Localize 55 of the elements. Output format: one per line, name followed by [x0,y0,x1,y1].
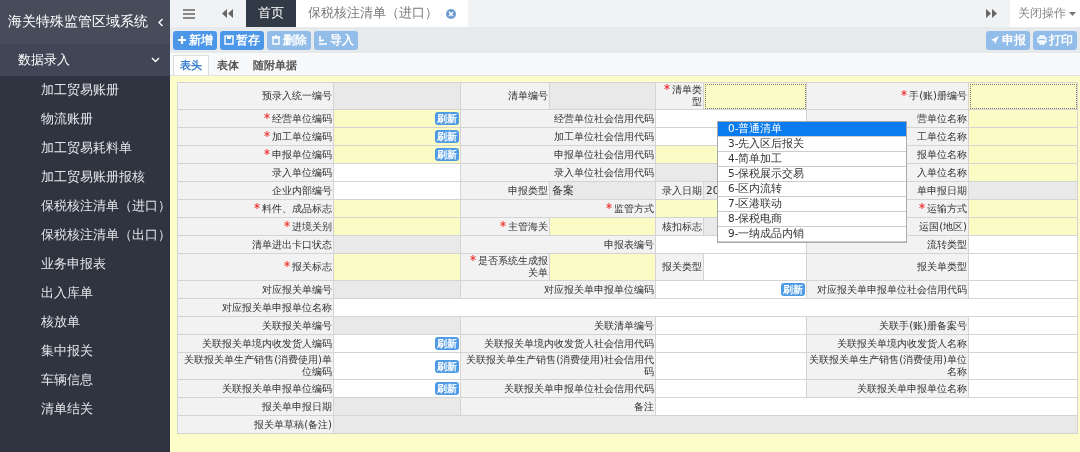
field-label: 清单类型 [672,84,702,107]
field-label: 手(账)册编号 [909,90,967,101]
field-label: 运国(地区) [919,220,967,232]
field-label: 报关单申报日期 [262,400,332,412]
field-label: 申报单位编码 [272,148,332,160]
field-label: 报单位名称 [917,148,967,160]
field-label: 核扣标志 [662,220,702,232]
app-title: 海关特殊监管区域系统 [8,13,148,31]
field-label: 申报单位社会信用代码 [554,148,654,160]
field-label: 加工单位编码 [272,130,332,142]
field-label: 营单位名称 [917,112,967,124]
field-label: 关联清单编号 [594,319,654,331]
field-label: 监管方式 [614,202,654,214]
group-label: 数据录入 [18,51,70,69]
field-label: 申报类型 [508,184,548,196]
field-label: 关联报关单境内收发货人名称 [837,337,967,349]
field-label: 对应报关单申报单位名称 [222,301,332,313]
field-label: 清单编号 [508,90,548,101]
field-label: 关联报关单生产销售(消费使用)单位编码 [184,354,332,377]
field-label: 录入日期 [662,184,702,196]
field-label: 单申报日期 [917,184,967,196]
field-label: 关联报关单生产销售(消费使用)单位名称 [809,354,967,377]
field-label: 录入单位社会信用代码 [554,166,654,178]
field-label: 录入单位编码 [272,166,332,178]
field-label: 关联报关单编号 [262,319,332,331]
field-label: 加工单位社会信用代码 [554,130,654,142]
field-label: 对应报关单申报单位编码 [544,283,654,295]
field-label: 经营单位编码 [272,112,332,124]
field-label: 关联报关单申报单位社会信用代码 [504,382,654,394]
field-label: 入单位名称 [917,166,967,178]
field-label: 料件、成品标志 [262,202,332,214]
field-label: 报关单类型 [917,261,967,272]
field-label: 是否系统生成报关单 [478,255,548,278]
field-label: 报关单草稿(备注) [254,418,332,430]
field-label: 预录入统一编号 [262,90,332,101]
field-label: 关联报关单申报单位名称 [857,382,967,394]
field-label: 经营单位社会信用代码 [554,112,654,124]
field-label: 企业内部编号 [272,184,332,196]
field-label: 关联报关单境内收发货人编码 [202,337,332,349]
field-label: 报关标志 [292,261,332,272]
field-label: 申报表编号 [604,238,654,250]
field-label: 对应报关单编号 [262,283,332,295]
field-label: 对应报关单申报单位社会信用代码 [817,283,967,295]
field-label: 工单位名称 [917,130,967,142]
field-label: 清单进出卡口状态 [252,238,332,250]
field-label: 运输方式 [927,202,967,214]
field-label: 报关类型 [662,261,702,272]
field-label: 进境关别 [292,220,332,232]
field-label: 关联手(账)册备案号 [879,319,967,331]
field-label: 备注 [634,400,654,412]
field-label: 关联报关单生产销售(消费使用)社会信用代码 [466,354,654,377]
field-label: 主管海关 [508,220,548,232]
field-label: 关联报关单境内收发货人社会信用代码 [484,337,654,349]
field-label: 关联报关单申报单位编码 [222,382,332,394]
field-label: 流转类型 [927,238,967,250]
